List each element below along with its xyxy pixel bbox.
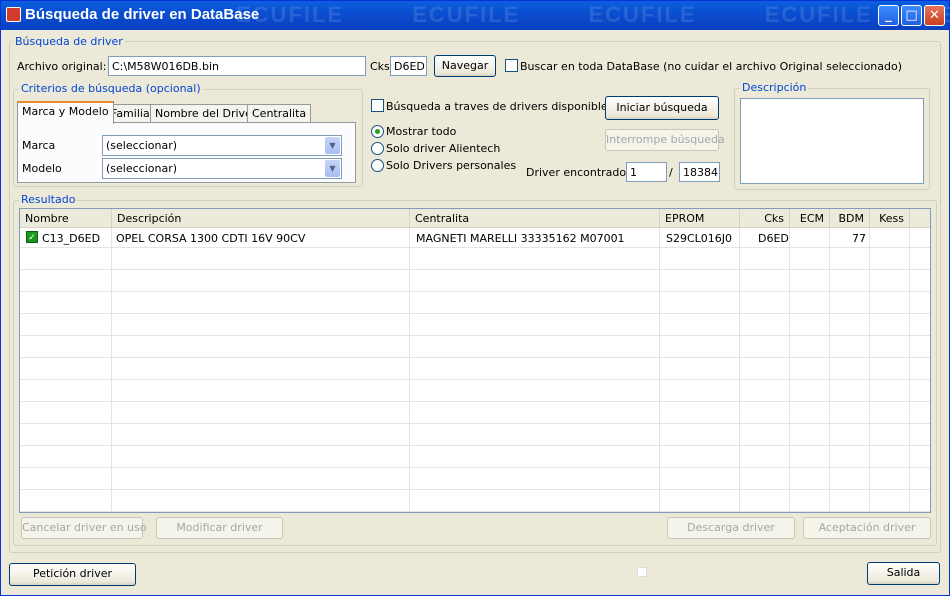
table-row[interactable] <box>20 314 930 336</box>
peticion-driver-button[interactable]: Petición driver <box>9 563 136 586</box>
criteria-group-label: Criterios de búsqueda (opcional) <box>19 82 203 95</box>
col-nombre[interactable]: Nombre <box>20 209 112 228</box>
check-icon[interactable]: ✓ <box>26 231 38 243</box>
minimize-button[interactable]: _ <box>878 5 899 26</box>
archivo-label: Archivo original: <box>17 60 107 73</box>
radio-mostrar-todo[interactable] <box>371 125 384 138</box>
table-row[interactable]: ✓ C13_D6ED OPEL CORSA 1300 CDTI 16V 90CV… <box>20 228 930 248</box>
tab-nombre-driver[interactable]: Nombre del Driver <box>150 104 262 123</box>
table-row[interactable] <box>20 446 930 468</box>
iniciar-busqueda-button[interactable]: Iniciar búsqueda <box>605 96 719 120</box>
maximize-button[interactable]: □ <box>901 5 922 26</box>
description-textbox[interactable] <box>740 98 924 184</box>
table-row[interactable] <box>20 380 930 402</box>
cks-input[interactable]: D6ED <box>390 56 427 76</box>
table-row[interactable] <box>20 358 930 380</box>
driver-separator: / <box>669 166 673 179</box>
cell-centralita: MAGNETI MARELLI 33335162 M07001 <box>416 232 625 245</box>
col-descripcion[interactable]: Descripción <box>112 209 410 228</box>
cell-bdm: 77 <box>852 232 866 245</box>
interrumpir-busqueda-button[interactable]: Interrompe búsqueda <box>605 129 725 151</box>
table-row[interactable] <box>20 248 930 270</box>
table-row[interactable] <box>20 402 930 424</box>
table-row[interactable] <box>20 424 930 446</box>
radio-alientech[interactable] <box>371 142 384 155</box>
radio-personales-label: Solo Drivers personales <box>386 159 517 172</box>
marca-select[interactable]: (seleccionar) ▼ <box>102 135 342 156</box>
marca-label: Marca <box>22 139 56 152</box>
window-title: Búsqueda de driver en DataBase <box>25 6 260 23</box>
chevron-down-icon[interactable]: ▼ <box>325 137 340 154</box>
table-row[interactable] <box>20 270 930 292</box>
tab-marca-modelo[interactable]: Marca y Modelo <box>17 101 114 124</box>
table-row[interactable] <box>20 490 930 512</box>
cell-nombre: C13_D6ED <box>42 232 101 245</box>
col-ecm[interactable]: ECM <box>790 209 830 228</box>
col-eprom[interactable]: EPROM <box>660 209 740 228</box>
driver-total-field: 18384 <box>679 162 720 182</box>
cell-cks: D6ED <box>758 232 789 245</box>
status-indicator <box>637 567 647 577</box>
radio-personales[interactable] <box>371 159 384 172</box>
search-group-label: Búsqueda de driver <box>13 35 125 48</box>
aceptacion-driver-button[interactable]: Aceptación driver <box>803 517 931 539</box>
main-window: Búsqueda de driver en DataBase ECUFILE E… <box>0 0 950 596</box>
title-bar[interactable]: Búsqueda de driver en DataBase ECUFILE E… <box>1 1 950 30</box>
driver-encontrado-label: Driver encontrado: <box>526 166 630 179</box>
radio-mostrar-todo-label: Mostrar todo <box>386 125 457 138</box>
descarga-driver-button[interactable]: Descarga driver <box>667 517 795 539</box>
modelo-select-value: (seleccionar) <box>106 162 178 175</box>
buscar-todo-label: Buscar en toda DataBase (no cuidar el ar… <box>520 60 903 73</box>
app-icon[interactable] <box>6 7 21 22</box>
result-group-label: Resultado <box>19 193 78 206</box>
description-group-label: Descripción <box>740 81 809 94</box>
col-bdm[interactable]: BDM <box>830 209 870 228</box>
cell-descripcion: OPEL CORSA 1300 CDTI 16V 90CV <box>116 232 306 245</box>
cell-eprom: S29CL016J0 <box>666 232 733 245</box>
navegar-button[interactable]: Navegar <box>434 55 496 77</box>
tab-centralita[interactable]: Centralita <box>247 104 312 123</box>
table-header: Nombre Descripción Centralita EPROM Cks … <box>20 209 930 228</box>
salida-button[interactable]: Salida <box>867 562 940 585</box>
modelo-label: Modelo <box>22 162 62 175</box>
chevron-down-icon[interactable]: ▼ <box>325 160 340 177</box>
table-row[interactable] <box>20 468 930 490</box>
driver-current-field[interactable]: 1 <box>626 162 667 182</box>
modelo-select[interactable]: (seleccionar) ▼ <box>102 158 342 179</box>
cancelar-driver-button[interactable]: Cancelar driver en uso <box>21 517 147 539</box>
cks-label: Cks <box>370 60 390 73</box>
close-button[interactable]: ✕ <box>924 5 945 26</box>
col-cks[interactable]: Cks <box>740 209 790 228</box>
col-centralita[interactable]: Centralita <box>410 209 660 228</box>
table-row[interactable] <box>20 292 930 314</box>
table-row[interactable] <box>20 336 930 358</box>
modificar-driver-button[interactable]: Modificar driver <box>156 517 283 539</box>
watermark-text: ECUFILE ECUFILE ECUFILE ECUFILE ECUFILE … <box>236 2 950 27</box>
marca-select-value: (seleccionar) <box>106 139 178 152</box>
results-table[interactable]: Nombre Descripción Centralita EPROM Cks … <box>19 208 931 513</box>
col-kess[interactable]: Kess <box>870 209 910 228</box>
archivo-input[interactable]: C:\M58W016DB.bin <box>108 56 366 76</box>
buscar-todo-checkbox[interactable] <box>505 59 518 72</box>
radio-alientech-label: Solo driver Alientech <box>386 142 501 155</box>
interrumpir-label: Interrompe búsqueda <box>606 133 725 146</box>
busqueda-traves-checkbox[interactable] <box>371 99 384 112</box>
busqueda-traves-label: Búsqueda a traves de drivers disponibles <box>386 100 614 113</box>
